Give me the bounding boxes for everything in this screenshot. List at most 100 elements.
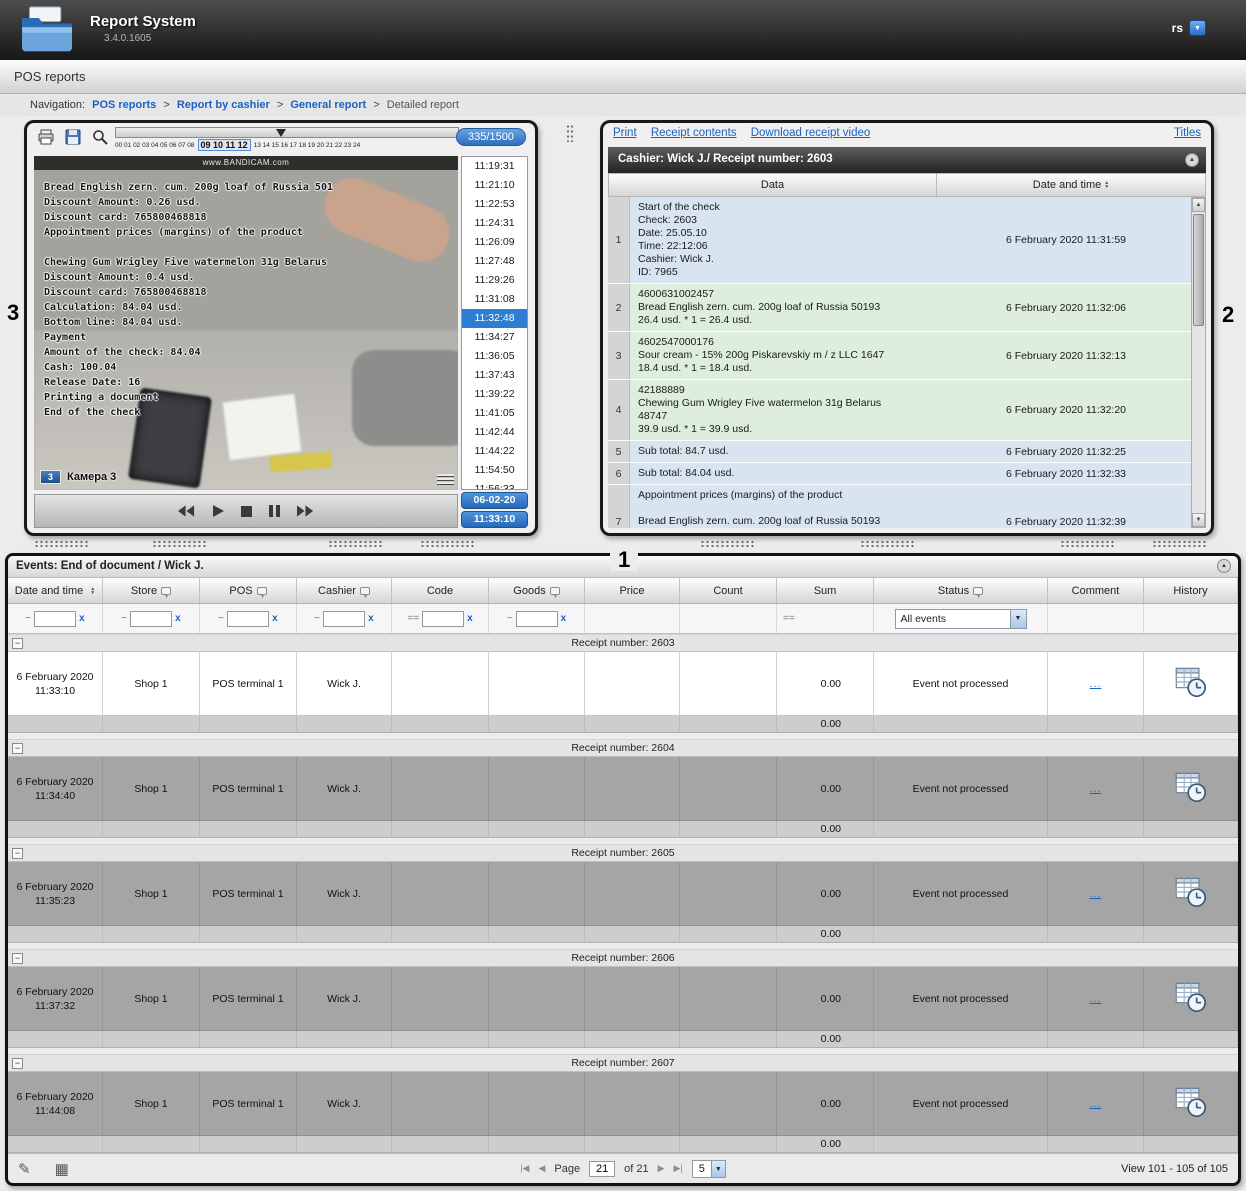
receipt-row[interactable]: 5 Sub total: 84.7 usd. 6 February 2020 1… — [608, 441, 1191, 463]
breadcrumb-link-report-by-cashier[interactable]: Report by cashier — [177, 99, 270, 111]
scrollbar-thumb[interactable] — [1193, 214, 1204, 326]
first-page-button[interactable]: |◀ — [520, 1163, 529, 1174]
column-header-goods[interactable]: Goods — [489, 578, 585, 603]
timestamp-item[interactable]: 11:36:05 — [462, 347, 527, 366]
splitter-handle[interactable] — [152, 540, 208, 547]
receipt-group-header[interactable]: − Receipt number: 2605 — [8, 844, 1238, 862]
export-frame-icon[interactable] — [64, 128, 82, 146]
filter-pos-input[interactable] — [227, 611, 269, 627]
video-menu-icon[interactable] — [437, 474, 454, 486]
timestamp-item[interactable]: 11:22:53 — [462, 195, 527, 214]
page-input[interactable] — [589, 1161, 615, 1177]
zoom-icon[interactable] — [91, 128, 109, 146]
clear-filter-store[interactable]: x — [175, 613, 181, 624]
receipt-row[interactable]: 2 4600631002457 Bread English zern. cum.… — [608, 284, 1191, 332]
event-row[interactable]: 6 February 202011:37:32 Shop 1 POS termi… — [8, 967, 1238, 1031]
column-header-status[interactable]: Status — [874, 578, 1048, 603]
receipt-row[interactable]: 1 Start of the check Check: 2603 Date: 2… — [608, 197, 1191, 284]
comment-link[interactable]: ... — [1090, 993, 1102, 1005]
filter-store-input[interactable] — [130, 611, 172, 627]
receipt-scrollbar[interactable]: ▲ ▼ — [1191, 197, 1206, 528]
timestamp-item-active[interactable]: 11:32:48 — [462, 309, 527, 328]
timestamp-item[interactable]: 11:19:31 — [462, 157, 527, 176]
scroll-up-icon[interactable]: ▲ — [1192, 198, 1205, 212]
pause-button[interactable] — [269, 505, 280, 517]
comment-link[interactable]: ... — [1090, 678, 1102, 690]
timestamp-item[interactable]: 11:26:09 — [462, 233, 527, 252]
receipt-group-header[interactable]: − Receipt number: 2607 — [8, 1054, 1238, 1072]
column-header-sum[interactable]: Sum — [777, 578, 874, 603]
play-button[interactable] — [212, 505, 224, 517]
event-row[interactable]: 6 February 202011:34:40 Shop 1 POS termi… — [8, 757, 1238, 821]
filter-code-input[interactable] — [422, 611, 464, 627]
collapse-group-icon[interactable]: − — [12, 848, 23, 859]
collapse-receipt-icon[interactable]: ▲ — [1185, 153, 1199, 167]
splitter-handle[interactable] — [34, 540, 90, 547]
column-header-cashier[interactable]: Cashier — [297, 578, 392, 603]
column-header-comment[interactable]: Comment — [1048, 578, 1144, 603]
filter-cashier-input[interactable] — [323, 611, 365, 627]
timestamp-item[interactable]: 11:56:33 — [462, 480, 527, 490]
timestamp-item[interactable]: 11:34:27 — [462, 328, 527, 347]
splitter-handle[interactable] — [860, 540, 916, 547]
receipt-group-header[interactable]: − Receipt number: 2606 — [8, 949, 1238, 967]
column-header-store[interactable]: Store — [103, 578, 200, 603]
collapse-group-icon[interactable]: − — [12, 638, 23, 649]
next-page-button[interactable]: ▶ — [658, 1163, 665, 1174]
receipt-group-header[interactable]: − Receipt number: 2604 — [8, 739, 1238, 757]
vertical-splitter-handle[interactable] — [566, 124, 573, 142]
print-link[interactable]: Print — [613, 127, 637, 139]
history-icon[interactable] — [1174, 666, 1208, 701]
filter-date-input[interactable] — [34, 611, 76, 627]
video-timeline[interactable]: 00 01 02 03 04 05 06 07 08 09 10 11 12 1… — [115, 127, 459, 151]
scroll-down-icon[interactable]: ▼ — [1192, 513, 1205, 527]
timestamp-item[interactable]: 11:21:10 — [462, 176, 527, 195]
collapse-group-icon[interactable]: − — [12, 1058, 23, 1069]
column-header-pos[interactable]: POS — [200, 578, 297, 603]
timestamp-item[interactable]: 11:42:44 — [462, 423, 527, 442]
timestamp-item[interactable]: 11:37:43 — [462, 366, 527, 385]
column-header-data[interactable]: Data — [609, 174, 937, 196]
event-row[interactable]: 6 February 202011:35:23 Shop 1 POS termi… — [8, 862, 1238, 926]
receipt-group-header[interactable]: − Receipt number: 2603 — [8, 634, 1238, 652]
user-menu[interactable]: rs ▼ — [1172, 20, 1206, 36]
history-icon[interactable] — [1174, 981, 1208, 1016]
collapse-group-icon[interactable]: − — [12, 743, 23, 754]
timestamp-item[interactable]: 11:41:05 — [462, 404, 527, 423]
receipt-row[interactable]: 4 42188889 Chewing Gum Wrigley Five wate… — [608, 380, 1191, 441]
collapse-group-icon[interactable]: − — [12, 953, 23, 964]
splitter-handle[interactable] — [1060, 540, 1116, 547]
event-row[interactable]: 6 February 202011:44:08 Shop 1 POS termi… — [8, 1072, 1238, 1136]
history-icon[interactable] — [1174, 1086, 1208, 1121]
timeline-zoom-region[interactable]: 09 10 11 12 — [198, 139, 251, 151]
comment-link[interactable]: ... — [1090, 1098, 1102, 1110]
receipt-contents-link[interactable]: Receipt contents — [651, 127, 737, 139]
stop-button[interactable] — [241, 506, 252, 517]
breadcrumb-link-general-report[interactable]: General report — [290, 99, 366, 111]
splitter-handle[interactable] — [420, 540, 476, 547]
history-icon[interactable] — [1174, 771, 1208, 806]
collapse-events-icon[interactable]: ▲ — [1217, 559, 1231, 573]
splitter-handle[interactable] — [1152, 540, 1208, 547]
timestamp-item[interactable]: 11:27:48 — [462, 252, 527, 271]
timestamp-item[interactable]: 11:29:26 — [462, 271, 527, 290]
fast-forward-button[interactable] — [297, 505, 314, 517]
comment-link[interactable]: ... — [1090, 783, 1102, 795]
clear-filter-cashier[interactable]: x — [368, 613, 374, 624]
print-frame-icon[interactable] — [37, 128, 55, 146]
comment-link[interactable]: ... — [1090, 888, 1102, 900]
rewind-button[interactable] — [178, 505, 195, 517]
column-header-datetime[interactable]: Date and time▲▼ — [937, 174, 1205, 196]
timestamp-item[interactable]: 11:31:08 — [462, 290, 527, 309]
user-menu-caret-icon[interactable]: ▼ — [1189, 20, 1206, 36]
timestamp-item[interactable]: 11:54:50 — [462, 461, 527, 480]
last-page-button[interactable]: ▶| — [674, 1163, 683, 1174]
timeline-track[interactable] — [115, 127, 459, 138]
clear-filter-date[interactable]: x — [79, 613, 85, 624]
timestamp-item[interactable]: 11:39:22 — [462, 385, 527, 404]
filter-goods-input[interactable] — [516, 611, 558, 627]
timeline-position-marker[interactable] — [276, 129, 286, 137]
column-header-count[interactable]: Count — [680, 578, 777, 603]
column-header-price[interactable]: Price — [585, 578, 680, 603]
column-header-date[interactable]: Date and time ▲▼ — [8, 578, 103, 603]
